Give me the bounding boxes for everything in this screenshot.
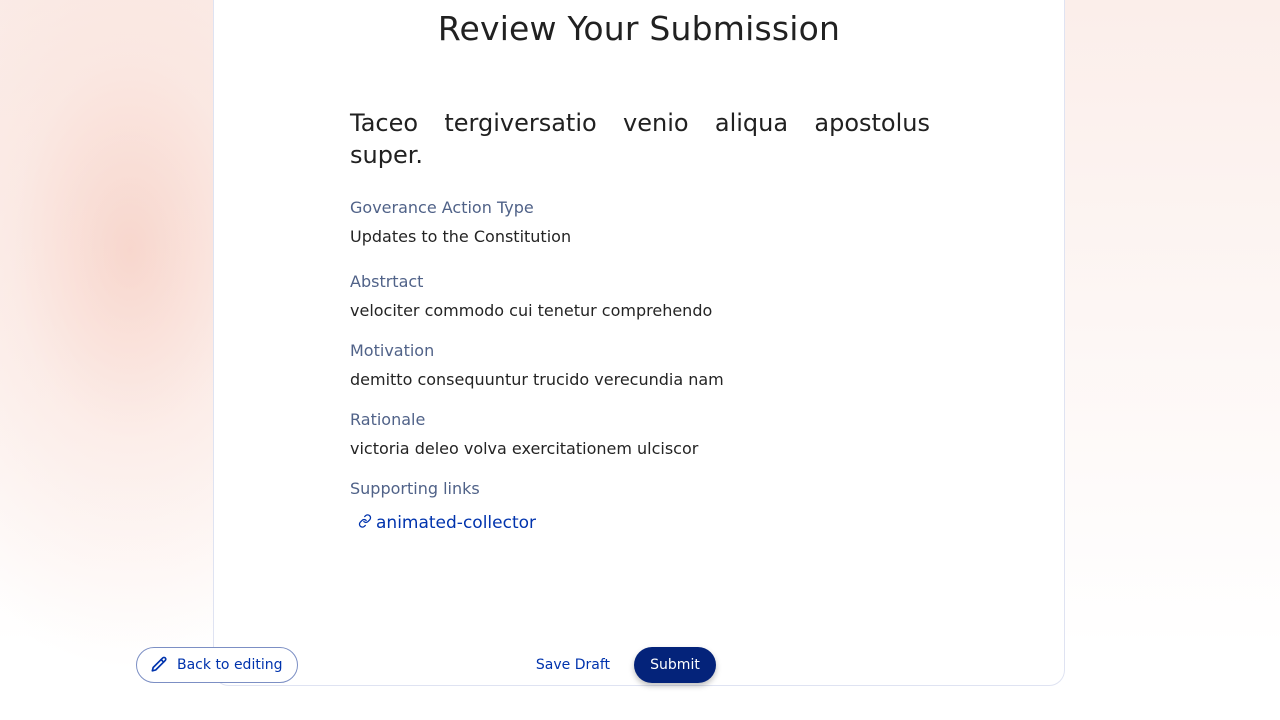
- supporting-link[interactable]: animated-collector: [376, 513, 536, 533]
- link-icon: [358, 513, 372, 528]
- field-value: velociter commodo cui tenetur comprehend…: [350, 301, 713, 320]
- field-rationale: Rationale victoria deleo volva exercitat…: [350, 409, 930, 460]
- review-footer: Back to editing Save Draft Submit: [136, 647, 716, 683]
- back-to-editing-button[interactable]: Back to editing: [136, 647, 299, 683]
- submit-button[interactable]: Submit: [634, 647, 716, 683]
- field-value: Updates to the Constitution: [350, 227, 572, 246]
- review-content: Taceo tergiversatio venio aliqua apostol…: [350, 107, 930, 533]
- field-value: demitto consequuntur trucido verecundia …: [350, 370, 724, 389]
- field-supporting-links: Supporting links animated-collector: [350, 478, 930, 533]
- field-label: Supporting links: [350, 479, 480, 498]
- field-motivation: Motivation demitto consequuntur trucido …: [350, 340, 930, 391]
- field-governance-action-type: Goverance Action Type Updates to the Con…: [350, 197, 930, 248]
- field-label: Abstrtact: [350, 272, 424, 291]
- save-draft-button[interactable]: Save Draft: [536, 647, 610, 683]
- page-title: Review Your Submission: [437, 9, 841, 48]
- field-label: Goverance Action Type: [350, 198, 534, 217]
- proposal-title: Taceo tergiversatio venio aliqua apostol…: [350, 109, 930, 169]
- supporting-link-item[interactable]: animated-collector: [350, 513, 930, 533]
- field-label: Motivation: [350, 341, 435, 360]
- back-button-label: Back to editing: [177, 657, 283, 673]
- field-value: victoria deleo volva exercitationem ulci…: [350, 439, 699, 458]
- review-card: Review Your Submission Taceo tergiversat…: [213, 0, 1065, 686]
- field-label: Rationale: [350, 410, 426, 429]
- pencil-icon: [149, 655, 169, 675]
- field-abstract: Abstrtact velociter commodo cui tenetur …: [350, 271, 930, 322]
